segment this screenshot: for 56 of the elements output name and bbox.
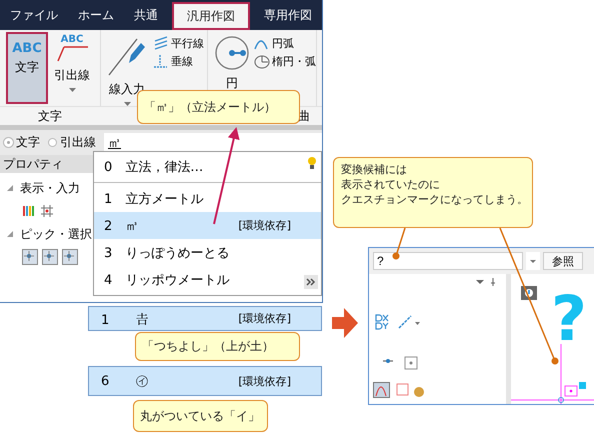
arrow-icon: [332, 308, 358, 338]
color-bars-icon: [22, 205, 36, 217]
ribbon-tab[interactable]: 専用作図: [254, 0, 322, 30]
pick-icon: [42, 249, 58, 265]
collapse-icon[interactable]: [6, 184, 14, 192]
callout-text: クエスチョンマークになってしまう。: [341, 192, 525, 208]
callout-text: 「㎥」（立法メートル）: [144, 98, 276, 116]
icon-text: ABC: [12, 42, 42, 55]
ellipse-arc-icon: [254, 54, 270, 69]
parallel-lines-icon: [153, 36, 169, 51]
ribbon-button[interactable]: ABC 引出線: [52, 32, 92, 92]
ribbon-tab[interactable]: ファイル: [0, 0, 68, 30]
perpendicular-icon: [153, 54, 169, 69]
ribbon-tab[interactable]: ホーム: [68, 0, 124, 30]
ribbon-button[interactable]: ABC 文字: [6, 32, 48, 104]
callout-text: 丸がついている「イ」: [140, 408, 260, 424]
candidate-item[interactable]: 4 リッポウメートル: [94, 266, 321, 293]
icon-text: ABC: [60, 35, 84, 45]
more-icon[interactable]: [304, 275, 318, 289]
callout-text: 変換候補には: [341, 163, 408, 178]
pick-icon: [22, 249, 38, 265]
ribbon-button[interactable]: 円: [212, 32, 252, 92]
text-input[interactable]: ㎥: [104, 132, 322, 152]
canvas-text: ?: [551, 288, 587, 350]
candidate-item: 1 𠮷 [環境依存]: [88, 306, 322, 331]
ribbon-button[interactable]: 垂線: [153, 54, 204, 69]
circle-icon: [214, 35, 250, 71]
ribbon-button[interactable]: 平行線: [153, 36, 204, 51]
dropdown-icon[interactable]: [526, 252, 540, 270]
section-label: 表示・入力: [20, 180, 80, 196]
dropdown-icon: [68, 88, 76, 92]
callout-text: 「つちよし」（上が土）: [142, 338, 274, 355]
leader-line: [392, 228, 406, 260]
grid-icon: [40, 204, 54, 218]
callout-text: 表示されていたのに: [341, 178, 441, 193]
candidate-item[interactable]: 3 りっぽうめーとる: [94, 239, 321, 266]
line-tool-icon[interactable]: [397, 314, 421, 330]
text-input[interactable]: ?: [373, 252, 523, 270]
ribbon-tab[interactable]: 汎用作図: [172, 2, 250, 30]
ribbon-button[interactable]: 楕円・弧: [254, 54, 316, 69]
section-label: ピック・選択: [20, 226, 92, 242]
candidate-item[interactable]: 2 ㎥ [環境依存]: [94, 212, 321, 239]
head-icon: [521, 286, 537, 300]
candidate-item: 6 ㋑ [環境依存]: [88, 366, 322, 396]
ribbon-button[interactable]: 円弧: [254, 36, 316, 51]
collapse-icon[interactable]: [6, 230, 14, 238]
candidate-item[interactable]: 1 立方メートル: [94, 185, 321, 212]
pick-icon: [62, 249, 78, 265]
dxdy-icon[interactable]: [375, 314, 389, 330]
browse-button[interactable]: 参照: [543, 252, 583, 270]
radio-button[interactable]: 文字: [4, 134, 40, 151]
dropdown-icon: [124, 102, 130, 106]
group-label: 文字: [38, 108, 62, 125]
lightbulb-icon: [306, 156, 318, 170]
radio-button[interactable]: 引出線: [48, 134, 96, 151]
ribbon-tab[interactable]: 共通: [124, 0, 168, 30]
